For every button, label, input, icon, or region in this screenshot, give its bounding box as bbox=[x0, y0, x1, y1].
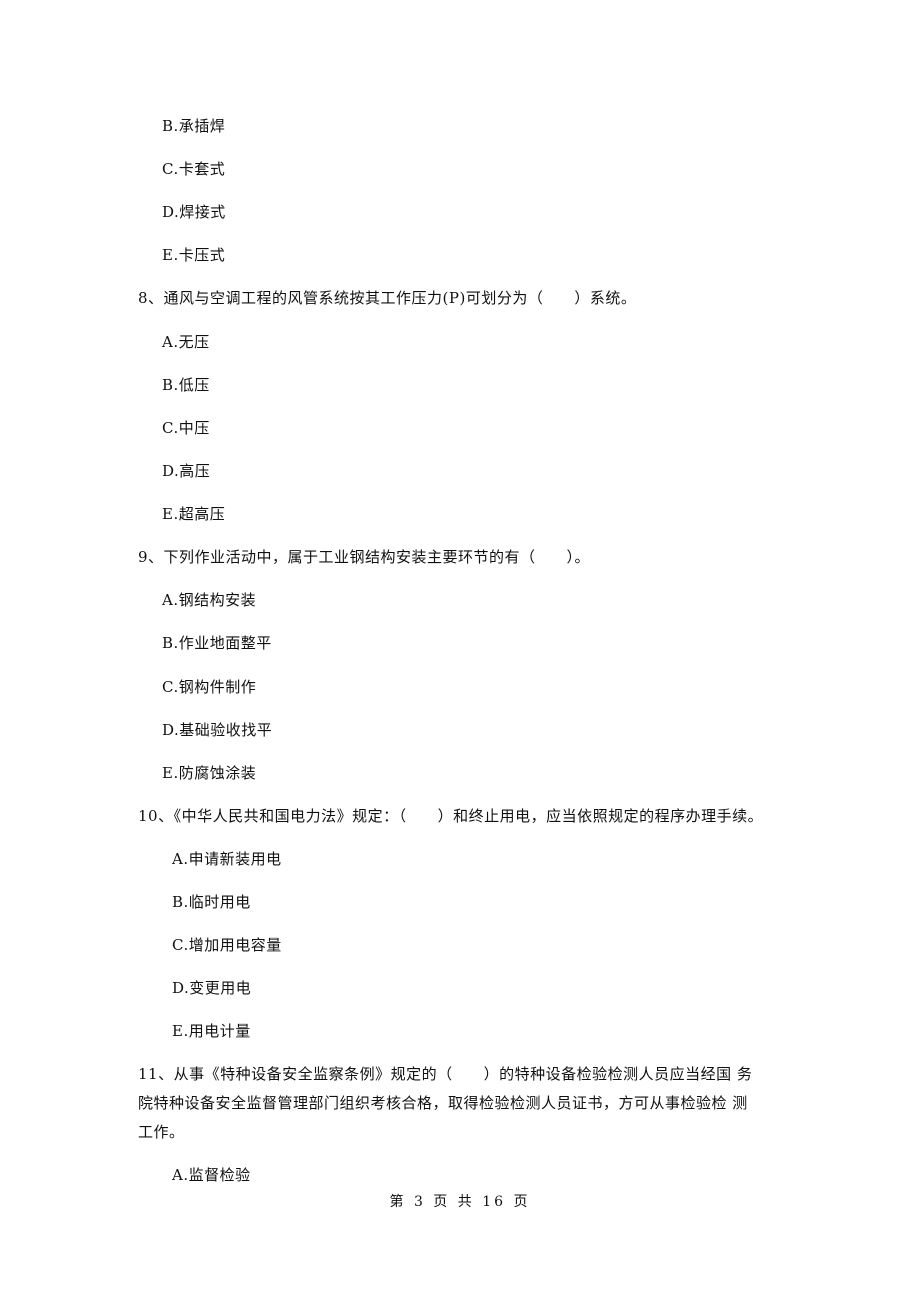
q11-option-a: A.监督检验 bbox=[172, 1166, 251, 1184]
q10-option-e: E.用电计量 bbox=[172, 1022, 251, 1040]
q8-option-e: E.超高压 bbox=[162, 505, 226, 523]
q9-option-b: B.作业地面整平 bbox=[162, 634, 272, 652]
q9-option-e: E.防腐蚀涂装 bbox=[162, 764, 257, 782]
q10-option-d: D.变更用电 bbox=[172, 979, 252, 997]
page-footer: 第 3 页 共 16 页 bbox=[389, 1194, 531, 1210]
q9-option-a: A.钢结构安装 bbox=[162, 591, 257, 609]
question-11-stem-line-1: 11、从事《特种设备安全监察条例》规定的（ ）的特种设备检验检测人员应当经国 务 bbox=[138, 1065, 753, 1083]
q7-option-b: B.承插焊 bbox=[162, 117, 226, 135]
question-9-stem: 9、下列作业活动中，属于工业钢结构安装主要环节的有（ ）。 bbox=[138, 548, 591, 566]
question-11-stem-line-2: 院特种设备安全监督管理部门组织考核合格，取得检验检测人员证书，方可从事检验检 测 bbox=[138, 1094, 748, 1112]
q8-option-a: A.无压 bbox=[162, 333, 210, 351]
q9-option-d: D.基础验收找平 bbox=[162, 721, 273, 739]
q9-option-c: C.钢构件制作 bbox=[162, 678, 257, 696]
q7-option-c: C.卡套式 bbox=[162, 160, 226, 178]
q10-option-c: C.增加用电容量 bbox=[172, 936, 282, 954]
q8-option-d: D.高压 bbox=[162, 462, 211, 480]
q10-option-a: A.申请新装用电 bbox=[172, 850, 282, 868]
question-11-stem-line-3: 工作。 bbox=[138, 1123, 185, 1141]
q7-option-e: E.卡压式 bbox=[162, 246, 226, 264]
q7-option-d: D.焊接式 bbox=[162, 203, 226, 221]
question-10-stem: 10、《中华人民共和国电力法》规定：（ ）和终止用电，应当依照规定的程序办理手续… bbox=[138, 807, 764, 825]
question-8-stem: 8、通风与空调工程的风管系统按其工作压力(P)可划分为（ ）系统。 bbox=[138, 289, 637, 307]
q10-option-b: B.临时用电 bbox=[172, 893, 251, 911]
q8-option-b: B.低压 bbox=[162, 376, 210, 394]
q8-option-c: C.中压 bbox=[162, 419, 210, 437]
